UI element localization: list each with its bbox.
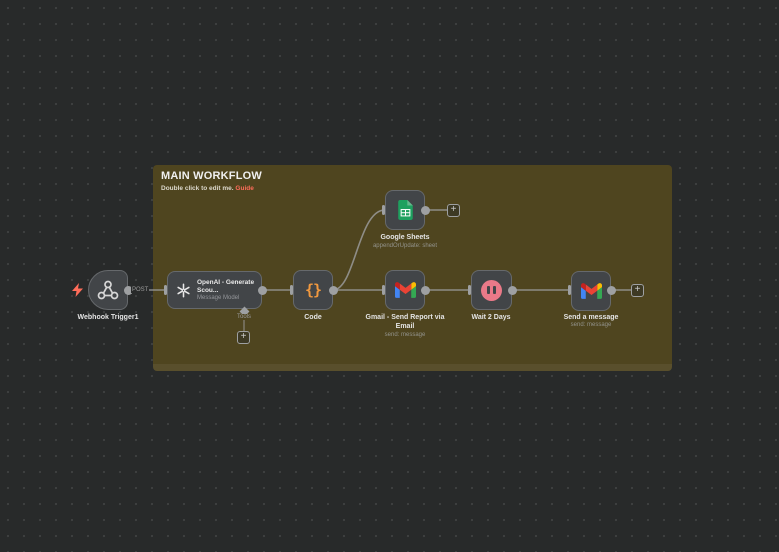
node-gmail-report[interactable] bbox=[385, 270, 425, 310]
add-node-after-send-button[interactable]: + bbox=[631, 284, 644, 297]
webhook-output-label: POST bbox=[131, 287, 149, 293]
node-label-gmail: Gmail - Send Report via Email bbox=[363, 313, 447, 331]
add-tool-button[interactable]: + bbox=[237, 331, 250, 344]
wait-input-endpoint bbox=[468, 285, 471, 295]
plus-icon: + bbox=[635, 284, 641, 295]
send-output-endpoint[interactable] bbox=[607, 286, 616, 295]
sticky-note-body: Double click to edit me. Guide bbox=[161, 185, 254, 192]
gmail-input-endpoint bbox=[382, 285, 385, 295]
openai-node-title: OpenAI - Generate Scou... bbox=[197, 279, 255, 295]
pause-icon bbox=[481, 280, 502, 301]
node-subtitle-sheets: appendOrUpdate: sheet bbox=[345, 243, 465, 249]
google-sheets-icon bbox=[398, 200, 413, 220]
plus-icon: + bbox=[451, 204, 457, 215]
guide-link[interactable]: Guide bbox=[235, 185, 253, 192]
sheets-output-endpoint[interactable] bbox=[421, 206, 430, 215]
gmail-icon bbox=[581, 283, 602, 299]
openai-output-endpoint[interactable] bbox=[258, 286, 267, 295]
sticky-note-title: MAIN WORKFLOW bbox=[161, 170, 262, 182]
node-subtitle-send: send: message bbox=[531, 322, 651, 328]
node-subtitle-gmail: send: message bbox=[345, 332, 465, 338]
openai-node-text: OpenAI - Generate Scou... Message Model bbox=[197, 279, 255, 302]
workflow-canvas[interactable]: MAIN WORKFLOW Double click to edit me. G… bbox=[0, 0, 779, 552]
node-google-sheets[interactable] bbox=[385, 190, 425, 230]
openai-node-subtitle: Message Model bbox=[197, 295, 255, 301]
plus-icon: + bbox=[241, 331, 247, 342]
wait-output-endpoint[interactable] bbox=[508, 286, 517, 295]
node-label-code: Code bbox=[263, 313, 363, 322]
node-code[interactable]: {} bbox=[293, 270, 333, 310]
webhook-icon bbox=[96, 278, 120, 302]
sticky-note-body-text: Double click to edit me. bbox=[161, 185, 234, 192]
node-label-webhook: Webhook Trigger1 bbox=[58, 313, 158, 322]
code-output-endpoint[interactable] bbox=[329, 286, 338, 295]
node-wait[interactable] bbox=[471, 270, 512, 310]
node-send-message[interactable] bbox=[571, 271, 611, 311]
openai-input-endpoint bbox=[164, 285, 167, 295]
node-openai[interactable]: OpenAI - Generate Scou... Message Model bbox=[167, 271, 262, 309]
node-label-sheets: Google Sheets bbox=[355, 233, 455, 242]
send-input-endpoint bbox=[568, 285, 571, 295]
sheets-input-endpoint bbox=[382, 205, 385, 215]
gmail-output-endpoint[interactable] bbox=[421, 286, 430, 295]
openai-tools-label: Tools bbox=[233, 314, 255, 320]
add-node-after-sheets-button[interactable]: + bbox=[447, 204, 460, 217]
trigger-bolt-icon bbox=[72, 283, 83, 297]
node-webhook-trigger[interactable] bbox=[88, 270, 128, 310]
code-input-endpoint bbox=[290, 285, 293, 295]
code-braces-icon: {} bbox=[305, 281, 321, 299]
node-label-send: Send a message bbox=[541, 313, 641, 322]
node-label-wait: Wait 2 Days bbox=[441, 313, 541, 322]
gmail-icon bbox=[395, 282, 416, 298]
openai-icon bbox=[175, 282, 192, 299]
